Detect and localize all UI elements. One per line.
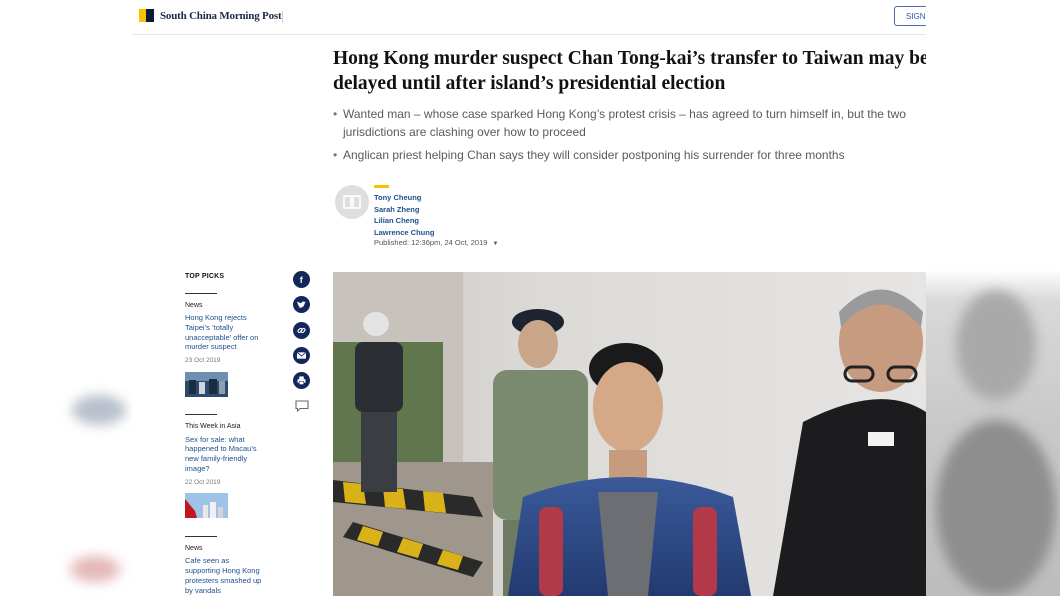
top-pick-thumbnail[interactable] — [185, 371, 228, 397]
top-pick-category: News — [185, 544, 203, 552]
email-icon[interactable] — [293, 346, 310, 364]
sign-in-button[interactable]: SIGN — [894, 6, 926, 26]
summary-bullet: Wanted man – whose case sparked Hong Kon… — [333, 106, 923, 141]
top-pick-item[interactable]: News Hong Kong rejects Taipei’s ‘totally… — [185, 301, 265, 400]
article-headline: Hong Kong murder suspect Chan Tong-kai’s… — [333, 46, 926, 96]
author-link[interactable]: Sarah Zheng — [374, 204, 434, 216]
logo-mark-icon — [139, 9, 154, 22]
article-page: South China Morning Post SIGN Hong Kong … — [132, 0, 926, 596]
summary-bullet: Anglican priest helping Chan says they w… — [333, 147, 923, 165]
blurred-element — [70, 556, 120, 582]
top-pick-headline[interactable]: Hong Kong rejects Taipei’s ‘totally unac… — [185, 313, 265, 352]
divider — [282, 11, 283, 23]
top-pick-item[interactable]: News Cafe seen as supporting Hong Kong p… — [185, 544, 265, 596]
headline-line: delayed until after island’s presidentia… — [333, 73, 726, 94]
top-picks: TOP PICKS News Hong Kong rejects Taipei’… — [185, 272, 265, 596]
published-date[interactable]: Published: 12:36pm, 24 Oct, 2019 ▼ — [374, 238, 498, 247]
headline-line: Hong Kong murder suspect Chan Tong-kai’s… — [333, 48, 926, 69]
top-pick-date: 23 Oct 2019 — [185, 357, 221, 365]
twitter-icon[interactable] — [293, 296, 310, 314]
top-pick-category: News — [185, 301, 203, 309]
article-lead-photo[interactable] — [333, 272, 926, 596]
blurred-element — [956, 290, 1036, 400]
comment-icon[interactable] — [293, 397, 310, 414]
author-avatar — [335, 185, 369, 219]
top-pick-headline[interactable]: Sex for sale: what happened to Macau’s n… — [185, 435, 265, 474]
share-bar: f — [293, 271, 310, 414]
blurred-element — [936, 420, 1056, 596]
author-link[interactable]: Lawrence Chung — [374, 227, 434, 239]
article-summary: Wanted man – whose case sparked Hong Kon… — [333, 106, 923, 171]
chevron-down-icon: ▼ — [492, 241, 499, 247]
photo-illustration — [333, 272, 926, 596]
left-margin — [0, 0, 132, 596]
divider — [185, 414, 217, 416]
top-picks-title: TOP PICKS — [185, 273, 225, 280]
svg-text:f: f — [300, 275, 304, 284]
blurred-element — [72, 395, 126, 425]
facebook-icon[interactable]: f — [293, 271, 310, 288]
site-logo[interactable]: South China Morning Post — [139, 9, 282, 22]
book-icon — [343, 195, 361, 209]
top-pick-thumbnail[interactable] — [185, 493, 228, 519]
site-header: South China Morning Post SIGN — [132, 0, 926, 35]
divider — [185, 292, 217, 294]
top-pick-headline[interactable]: Cafe seen as supporting Hong Kong protes… — [185, 556, 265, 595]
author-link[interactable]: Lilian Cheng — [374, 215, 434, 227]
top-pick-item[interactable]: This Week in Asia Sex for sale: what hap… — [185, 422, 265, 521]
logo-text: South China Morning Post — [160, 9, 282, 22]
published-text: Published: 12:36pm, 24 Oct, 2019 — [374, 238, 488, 247]
top-pick-date: 22 Oct 2019 — [185, 478, 221, 486]
author-link[interactable]: Tony Cheung — [374, 192, 434, 204]
top-pick-category: This Week in Asia — [185, 423, 241, 431]
author-list: Tony Cheung Sarah Zheng Lilian Cheng Law… — [374, 192, 434, 238]
byline-accent — [374, 185, 389, 188]
divider — [185, 535, 217, 537]
link-icon[interactable] — [293, 321, 310, 339]
right-margin — [926, 0, 1060, 596]
print-icon[interactable] — [293, 372, 310, 390]
